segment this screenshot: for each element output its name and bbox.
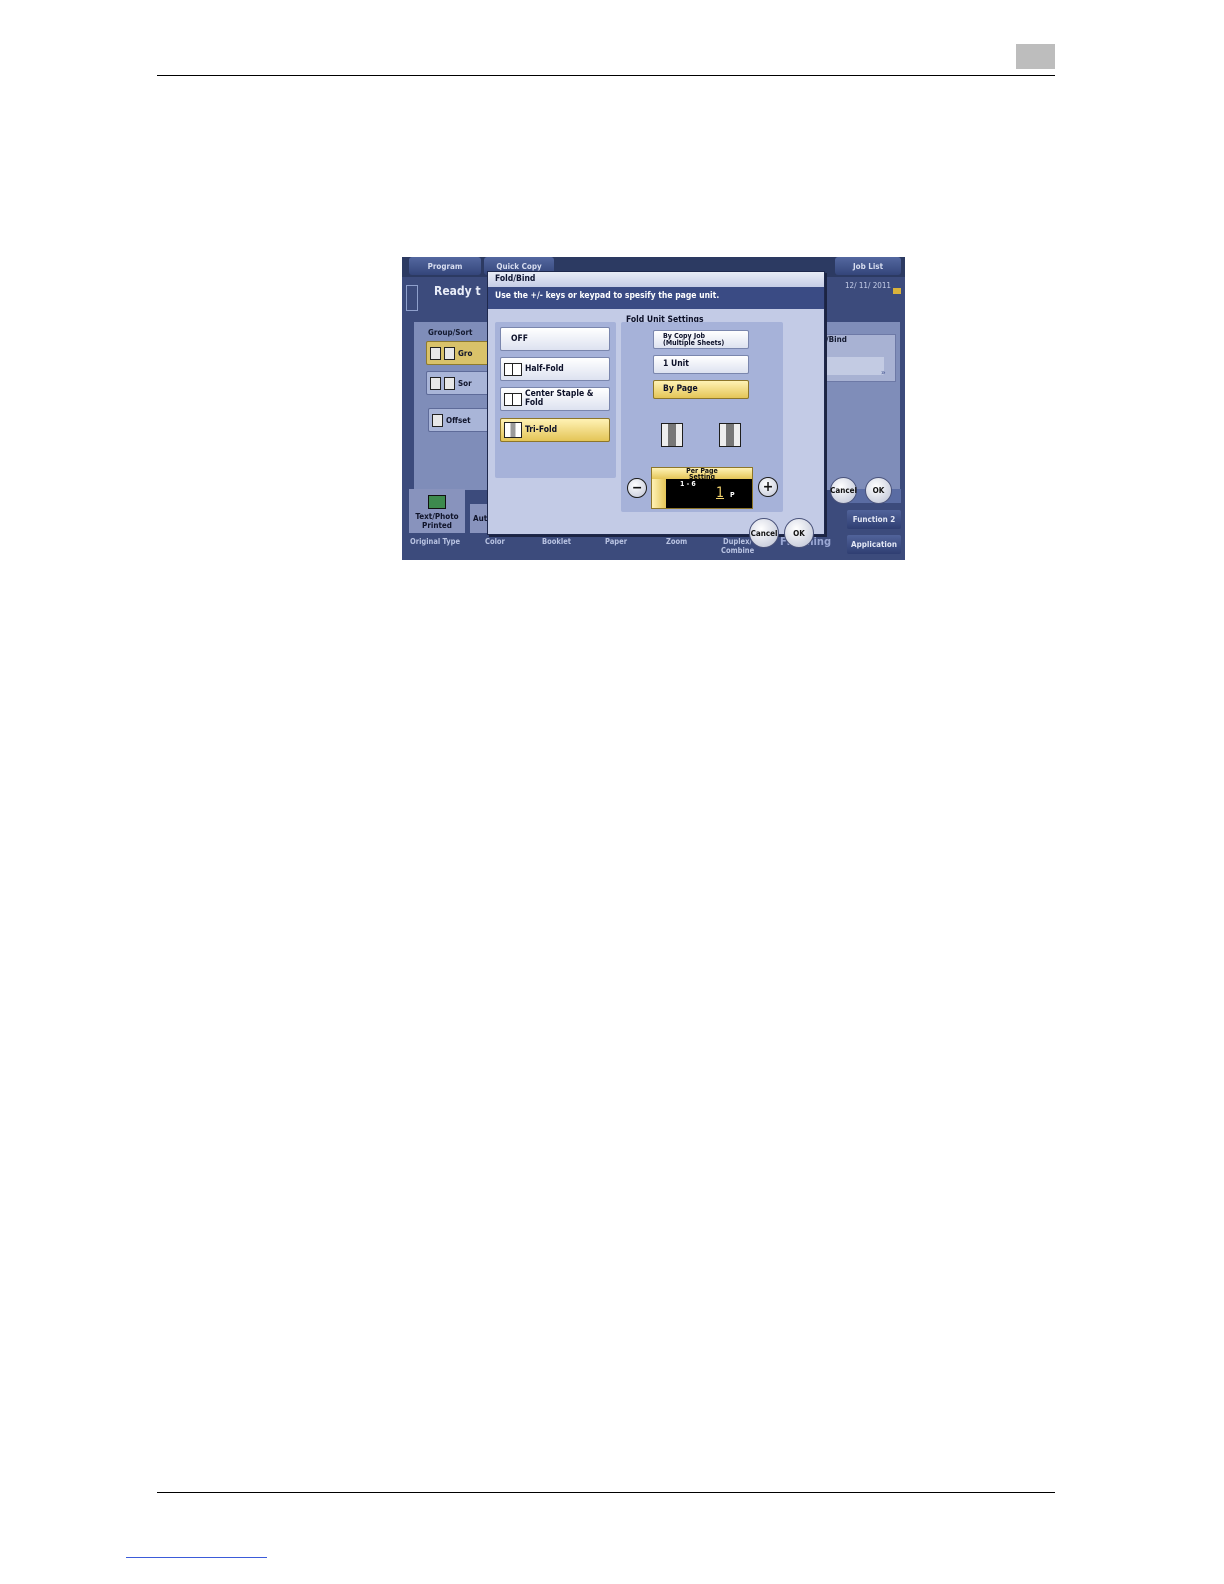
per-page-title-line2: Setting bbox=[689, 473, 715, 481]
date-readout: 12/ 11/ 2011 bbox=[844, 281, 891, 290]
label-color: Color bbox=[485, 537, 505, 546]
per-page-range: 1 - 6 bbox=[680, 480, 696, 488]
label-zoom: Zoom bbox=[666, 537, 688, 546]
fold-bind-summary-label: /Bind bbox=[826, 335, 847, 344]
fold-bind-summary-value bbox=[822, 357, 884, 375]
label-booklet: Booklet bbox=[542, 537, 572, 546]
footer-link-underline[interactable] bbox=[126, 1557, 267, 1558]
original-type-button[interactable]: Text/Photo Printed bbox=[409, 489, 465, 533]
status-title: Ready t bbox=[434, 284, 481, 298]
tab-program[interactable]: Program bbox=[409, 257, 481, 275]
option-off-label: OFF bbox=[511, 333, 528, 344]
fold-options-panel: OFF Half-Fold Center Staple & Fold Tri-F… bbox=[495, 322, 616, 478]
cancel-button[interactable]: Cancel bbox=[749, 518, 779, 548]
half-fold-icon bbox=[504, 362, 522, 376]
group-icon bbox=[430, 346, 441, 360]
fold-bind-dialog: Fold/Bind Use the +/- keys or keypad to … bbox=[487, 271, 825, 535]
group-icon bbox=[444, 346, 455, 360]
tri-fold-inside-icon bbox=[719, 423, 741, 447]
background-ok-button[interactable]: OK bbox=[865, 477, 892, 504]
by-page-button[interactable]: By Page bbox=[653, 380, 749, 399]
application-button[interactable]: Application bbox=[847, 535, 901, 554]
tri-fold-icon bbox=[504, 422, 522, 438]
status-icon bbox=[406, 285, 418, 311]
plus-button[interactable]: + bbox=[758, 477, 778, 497]
offset-button[interactable]: Offset bbox=[428, 408, 490, 432]
status-indicator-icon bbox=[893, 288, 901, 294]
option-half-fold-button[interactable]: Half-Fold bbox=[500, 357, 610, 381]
by-copy-job-line2: (Multiple Sheets) bbox=[663, 338, 725, 347]
original-type-line1: Text/Photo bbox=[415, 512, 459, 521]
per-page-title: Per Page Setting bbox=[652, 468, 752, 481]
per-page-unit: P bbox=[730, 491, 735, 499]
label-original-type: Original Type bbox=[410, 537, 461, 546]
copier-screen: Program Quick Copy Job List Ready t 12/ … bbox=[402, 257, 905, 560]
center-staple-fold-icon bbox=[504, 392, 522, 406]
fold-unit-panel: By Copy Job (Multiple Sheets) 1 Unit By … bbox=[621, 322, 783, 512]
option-tri-fold-button[interactable]: Tri-Fold bbox=[500, 418, 610, 442]
one-unit-button[interactable]: 1 Unit bbox=[653, 355, 749, 374]
footer-rule bbox=[157, 1492, 1055, 1493]
offset-label: Offset bbox=[446, 415, 471, 425]
function2-button[interactable]: Function 2 bbox=[847, 510, 901, 529]
option-center-staple-fold-label: Center Staple & Fold bbox=[525, 390, 593, 408]
sort-label: Sor bbox=[458, 378, 472, 388]
dialog-title: Fold/Bind bbox=[488, 272, 824, 287]
option-tri-fold-label: Tri-Fold bbox=[525, 424, 558, 435]
label-duplex: Duplex/ bbox=[723, 537, 752, 546]
label-paper: Paper bbox=[605, 537, 628, 546]
header-rule bbox=[157, 75, 1055, 76]
per-page-setting-display[interactable]: Per Page Setting 1 - 6 1 P bbox=[651, 467, 753, 509]
option-center-staple-fold-button[interactable]: Center Staple & Fold bbox=[500, 387, 610, 411]
option-half-fold-label: Half-Fold bbox=[525, 363, 564, 374]
by-copy-job-button[interactable]: By Copy Job (Multiple Sheets) bbox=[653, 330, 749, 349]
original-type-line2: Printed bbox=[422, 521, 452, 530]
ok-button[interactable]: OK bbox=[784, 518, 814, 548]
tri-fold-outside-icon bbox=[661, 423, 683, 447]
background-cancel-button[interactable]: Cancel bbox=[830, 477, 857, 504]
chevron-right-icon: » bbox=[881, 368, 886, 377]
dialog-message: Use the +/- keys or keypad to spesify th… bbox=[488, 287, 824, 309]
option-center-staple-line2: Fold bbox=[525, 398, 544, 408]
group-label: Gro bbox=[458, 348, 473, 358]
label-combine: Combine bbox=[721, 546, 755, 555]
per-page-value: 1 bbox=[716, 485, 725, 501]
offset-icon bbox=[432, 413, 443, 427]
tab-job-list[interactable]: Job List bbox=[835, 257, 901, 275]
page-tab-marker bbox=[1016, 44, 1055, 69]
option-off-button[interactable]: OFF bbox=[500, 327, 610, 351]
group-sort-label: Group/Sort bbox=[428, 328, 473, 337]
minus-button[interactable]: − bbox=[627, 478, 647, 498]
sort-icon bbox=[444, 376, 455, 390]
original-type-icon bbox=[428, 495, 446, 509]
sort-icon bbox=[430, 376, 441, 390]
